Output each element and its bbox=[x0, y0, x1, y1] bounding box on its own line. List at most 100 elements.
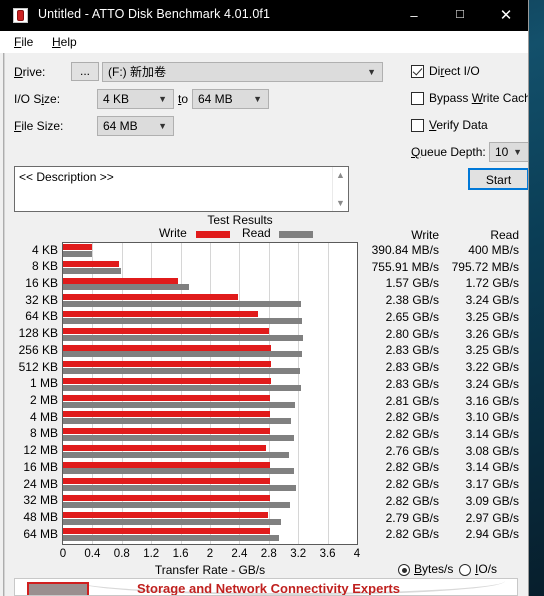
menu-item-file[interactable]: File bbox=[8, 34, 39, 50]
bytes-per-second-radio[interactable] bbox=[398, 564, 410, 576]
table-cell-write: 2.79 GB/s bbox=[385, 510, 439, 525]
bytes-per-second-label[interactable]: Bytes/s bbox=[414, 562, 453, 576]
chart-bar-write bbox=[63, 478, 271, 485]
chart-bar-write bbox=[63, 428, 271, 435]
chart-bar-write bbox=[63, 495, 271, 502]
chart-bar-read bbox=[63, 384, 302, 391]
table-cell-read: 400 MB/s bbox=[468, 243, 519, 257]
drive-select[interactable]: (F:) 新加卷 ▼ bbox=[102, 62, 383, 82]
chart-bar-read bbox=[63, 368, 300, 375]
bottom-banner: Storage and Network Connectivity Experts bbox=[14, 578, 518, 596]
chart-bar-write bbox=[63, 511, 269, 518]
menu-bar: File Help bbox=[0, 31, 528, 54]
table-cell-write: 2.83 GB/s bbox=[385, 343, 439, 358]
chart-bar-read bbox=[63, 301, 302, 308]
chart-category-label: 48 MB bbox=[23, 510, 58, 525]
table-cell-read: 2.97 GB/s bbox=[465, 510, 519, 525]
chart-bar-write bbox=[63, 444, 266, 451]
chart-bar-read bbox=[63, 518, 282, 525]
verify-data-checkbox[interactable] bbox=[411, 119, 424, 132]
table-cell-write: 2.76 GB/s bbox=[385, 443, 439, 458]
chart-x-axis-title: Transfer Rate - GB/s bbox=[154, 563, 266, 577]
bypass-write-cache-checkbox[interactable] bbox=[411, 92, 424, 105]
chart-x-tick-label: 2.8 bbox=[260, 548, 277, 560]
queue-depth-value: 10 bbox=[495, 145, 509, 159]
chart-x-tick-label: 4 bbox=[353, 548, 361, 560]
description-scrollbar[interactable]: ▲ ▼ bbox=[332, 167, 348, 211]
queue-depth-label: Queue Depth: bbox=[411, 145, 486, 159]
drive-select-value: (F:) 新加卷 bbox=[108, 65, 166, 79]
chart-bar-read bbox=[63, 284, 190, 291]
direct-io-label[interactable]: Direct I/O bbox=[429, 64, 480, 78]
atto-app-icon bbox=[13, 8, 28, 23]
chart-bar-read bbox=[63, 334, 303, 341]
description-text: << Description >> bbox=[19, 170, 114, 184]
legend-label-read: Read bbox=[242, 226, 271, 240]
chart-bar-write bbox=[63, 260, 119, 267]
chart-x-tick-label: 1.6 bbox=[172, 548, 189, 560]
table-header-write: Write bbox=[411, 228, 439, 242]
chart-x-tick-label: 0 bbox=[59, 548, 67, 560]
scroll-up-icon[interactable]: ▲ bbox=[333, 168, 348, 182]
drive-browse-button[interactable]: ... bbox=[71, 62, 99, 81]
io-size-to-label: to bbox=[178, 92, 189, 106]
verify-data-label[interactable]: Verify Data bbox=[429, 118, 488, 132]
chart-x-tick-label: 1.2 bbox=[143, 548, 160, 560]
table-cell-write: 2.82 GB/s bbox=[385, 477, 439, 492]
table-cell-write: 755.91 MB/s bbox=[371, 259, 439, 274]
direct-io-checkbox[interactable] bbox=[411, 65, 424, 78]
io-size-label: I/O Size: bbox=[14, 92, 61, 106]
close-button[interactable]: ✕ bbox=[483, 0, 528, 31]
chart-category-label: 128 KB bbox=[18, 326, 58, 341]
chart-bar-write bbox=[63, 377, 271, 384]
io-size-from-value: 4 KB bbox=[103, 92, 130, 106]
io-per-second-label[interactable]: IO/s bbox=[475, 562, 497, 576]
io-per-second-radio[interactable] bbox=[459, 564, 471, 576]
chart-category-label: 16 MB bbox=[23, 459, 58, 474]
table-cell-read: 3.16 GB/s bbox=[465, 393, 519, 408]
chart-category-label: 32 MB bbox=[23, 493, 58, 508]
chart-category-label: 1 MB bbox=[29, 376, 58, 391]
chart-bar-write bbox=[63, 361, 271, 368]
table-cell-write: 390.84 MB/s bbox=[371, 243, 439, 257]
legend-swatch-read bbox=[279, 231, 313, 238]
chart-bar-write bbox=[63, 311, 258, 318]
description-textarea[interactable]: << Description >> ▲ ▼ bbox=[14, 166, 349, 212]
chevron-down-icon: ▼ bbox=[513, 147, 522, 157]
file-size-select[interactable]: 64 MB ▼ bbox=[97, 116, 174, 136]
chart-bar-read bbox=[63, 251, 93, 257]
table-cell-write: 2.82 GB/s bbox=[385, 493, 439, 508]
chart-category-label: 512 KB bbox=[18, 359, 58, 374]
chart-bar-write bbox=[63, 344, 271, 351]
table-cell-write: 2.82 GB/s bbox=[385, 527, 439, 542]
bypass-write-cache-label[interactable]: Bypass Write Cache bbox=[429, 91, 528, 105]
chart-bar-read bbox=[63, 468, 294, 475]
chart-bar-read bbox=[63, 485, 296, 492]
chart-gridline bbox=[327, 243, 329, 544]
io-size-to-select[interactable]: 64 MB ▼ bbox=[192, 89, 269, 109]
io-size-from-select[interactable]: 4 KB ▼ bbox=[97, 89, 174, 109]
maximize-button[interactable]: ☐ bbox=[437, 0, 483, 31]
chevron-down-icon: ▼ bbox=[158, 121, 167, 131]
chart-x-tick-label: 3.2 bbox=[290, 548, 307, 560]
chevron-down-icon: ▼ bbox=[253, 94, 262, 104]
table-cell-read: 3.24 GB/s bbox=[465, 376, 519, 391]
chart-category-label: 24 MB bbox=[23, 476, 58, 491]
table-cell-read: 3.09 GB/s bbox=[465, 493, 519, 508]
chevron-down-icon: ▼ bbox=[367, 67, 376, 77]
chart-category-label: 12 MB bbox=[23, 443, 58, 458]
chart-category-label: 8 KB bbox=[31, 259, 58, 274]
scroll-down-icon[interactable]: ▼ bbox=[333, 196, 348, 210]
table-cell-read: 3.10 GB/s bbox=[465, 410, 519, 425]
chart-bar-write bbox=[63, 327, 269, 334]
menu-item-help[interactable]: Help bbox=[46, 34, 83, 50]
atto-logo bbox=[27, 582, 89, 595]
table-cell-write: 2.80 GB/s bbox=[385, 326, 439, 341]
minimize-button[interactable]: – bbox=[391, 0, 437, 31]
chart-bar-write bbox=[63, 528, 271, 535]
chart-x-tick-label: 0.4 bbox=[84, 548, 101, 560]
queue-depth-select[interactable]: 10 ▼ bbox=[489, 142, 528, 162]
chart-bar-read bbox=[63, 351, 302, 358]
chart-category-label: 8 MB bbox=[29, 426, 58, 441]
start-button[interactable]: Start bbox=[468, 168, 528, 190]
